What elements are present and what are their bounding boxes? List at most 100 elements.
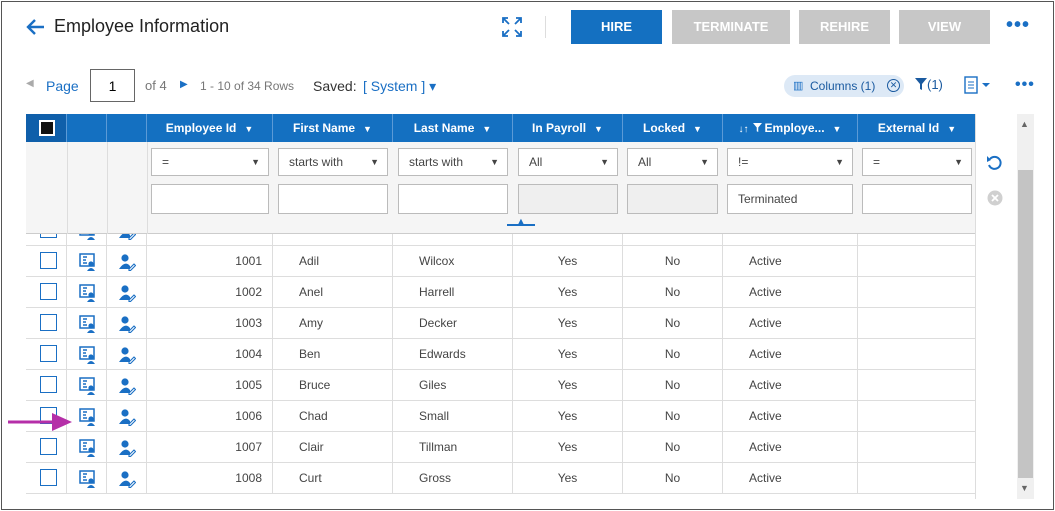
employee-id-card-icon[interactable]	[79, 234, 97, 240]
cell-locked: No	[623, 432, 723, 463]
grid-more-button[interactable]: •••	[1015, 76, 1035, 94]
cell-payroll: Yes	[513, 308, 623, 339]
terminate-button[interactable]: TERMINATE	[672, 10, 790, 44]
col-header-first-name[interactable]: First Name ▼	[273, 114, 393, 142]
employee-id-card-icon[interactable]	[79, 438, 97, 457]
employee-id-card-icon[interactable]	[79, 252, 97, 271]
more-actions-button[interactable]: •••	[1006, 14, 1030, 37]
row-range: 1 - 10 of 34 Rows	[200, 79, 295, 93]
cell-last: Giles	[393, 370, 513, 401]
table-row[interactable]: 1007 Clair Tillman Yes No Active	[26, 432, 977, 463]
col-header-external-id[interactable]: External Id ▼	[858, 114, 977, 142]
cell-last: Harrell	[393, 277, 513, 308]
scroll-up-icon[interactable]: ▲	[1020, 119, 1029, 129]
row-checkbox[interactable]	[40, 438, 57, 455]
filter-op-in-payroll[interactable]: All ▼	[518, 148, 618, 176]
row-checkbox[interactable]	[40, 345, 57, 362]
cell-first: Bruce	[273, 370, 393, 401]
cell-external	[858, 234, 977, 246]
cell-locked: No	[623, 234, 723, 246]
col-header-in-payroll[interactable]: In Payroll ▼	[513, 114, 623, 142]
table-row[interactable]: 1006 Chad Small Yes No Active	[26, 401, 977, 432]
row-checkbox[interactable]	[40, 469, 57, 486]
prev-page-icon[interactable]: ◀	[26, 78, 34, 89]
cell-payroll: Yes	[513, 246, 623, 277]
employee-grid: Employee Id ▼ First Name ▼ Last Name ▼ In P…	[26, 114, 977, 499]
edit-user-icon[interactable]	[118, 469, 137, 489]
cell-first: Ben	[273, 339, 393, 370]
cell-payroll: Yes	[513, 234, 623, 246]
edit-user-icon[interactable]	[118, 345, 137, 365]
cell-external	[858, 339, 977, 370]
table-row[interactable]: 1008 Curt Gross Yes No Active	[26, 463, 977, 494]
clear-columns-icon[interactable]: ✕	[887, 79, 900, 92]
next-page-icon[interactable]: ▶	[180, 79, 188, 90]
employee-id-card-icon[interactable]	[79, 376, 97, 395]
cell-id: 1006	[147, 401, 273, 432]
employee-id-card-icon[interactable]	[79, 469, 97, 488]
cell-external	[858, 463, 977, 494]
columns-chip[interactable]: ▥ Columns (1) ✕	[784, 75, 904, 97]
table-row[interactable]: 1002 Anel Harrell Yes No Active	[26, 277, 977, 308]
filter-value-external-id[interactable]	[862, 184, 972, 214]
edit-user-icon[interactable]	[118, 252, 137, 272]
employee-id-card-icon[interactable]	[79, 407, 97, 426]
filter-indicator[interactable]: (1)	[915, 77, 943, 92]
row-checkbox[interactable]	[40, 283, 57, 300]
table-row[interactable]: 1001 Adil Wilcox Yes No Active	[26, 246, 977, 277]
col-header-last-name[interactable]: Last Name ▼	[393, 114, 513, 142]
edit-user-icon[interactable]	[118, 407, 137, 427]
filter-count: (1)	[927, 77, 943, 92]
cell-external	[858, 308, 977, 339]
filter-op-external-id[interactable]: = ▼	[862, 148, 972, 176]
clear-filters-icon[interactable]	[987, 190, 1003, 206]
reset-filters-icon[interactable]	[986, 154, 1004, 172]
edit-user-icon[interactable]	[118, 376, 137, 396]
saved-view-dropdown[interactable]: [ System ] ▾	[363, 78, 436, 95]
edit-user-icon[interactable]	[118, 234, 137, 241]
scrollbar-thumb[interactable]	[1018, 170, 1033, 478]
row-checkbox[interactable]	[40, 234, 57, 238]
collapse-filter-icon[interactable]: ▲	[507, 217, 535, 226]
employee-id-card-icon[interactable]	[79, 345, 97, 364]
table-row[interactable]: 1004 Ben Edwards Yes No Active	[26, 339, 977, 370]
row-checkbox[interactable]	[40, 376, 57, 393]
expand-icon[interactable]	[501, 16, 523, 38]
edit-user-icon[interactable]	[118, 438, 137, 458]
filter-op-first-name[interactable]: starts with ▼	[278, 148, 388, 176]
select-all-checkbox[interactable]	[39, 120, 55, 136]
cell-last: Decker	[393, 308, 513, 339]
filter-value-last-name[interactable]	[398, 184, 508, 214]
columns-icon: ▥	[793, 80, 804, 92]
cell-last: Small	[393, 401, 513, 432]
filter-value-employee-id[interactable]	[151, 184, 269, 214]
edit-user-icon[interactable]	[118, 314, 137, 334]
view-button[interactable]: VIEW	[899, 10, 990, 44]
table-row[interactable]: 1003 Amy Decker Yes No Active	[26, 308, 977, 339]
export-dropdown[interactable]	[964, 76, 992, 97]
row-checkbox[interactable]	[40, 252, 57, 269]
filter-value-employee-status[interactable]: Terminated	[727, 184, 853, 214]
back-arrow-icon[interactable]	[26, 16, 46, 38]
page-number-input[interactable]	[90, 69, 135, 102]
filter-op-locked[interactable]: All ▼	[627, 148, 718, 176]
filter-op-employee-id[interactable]: = ▼	[151, 148, 269, 176]
cell-payroll: Yes	[513, 432, 623, 463]
rehire-button[interactable]: REHIRE	[799, 10, 890, 44]
cell-status: Active	[723, 234, 858, 246]
filter-value-locked	[627, 184, 718, 214]
filter-op-employee-status[interactable]: != ▼	[727, 148, 853, 176]
col-header-locked[interactable]: Locked ▼	[623, 114, 723, 142]
edit-user-icon[interactable]	[118, 283, 137, 303]
table-row[interactable]: 1005 Bruce Giles Yes No Active	[26, 370, 977, 401]
filter-op-last-name[interactable]: starts with ▼	[398, 148, 508, 176]
col-header-employee-status[interactable]: ↓↑ Employe... ▼	[723, 114, 858, 142]
scroll-down-icon[interactable]: ▼	[1020, 483, 1029, 493]
col-header-employee-id[interactable]: Employee Id ▼	[147, 114, 273, 142]
employee-id-card-icon[interactable]	[79, 283, 97, 302]
employee-id-card-icon[interactable]	[79, 314, 97, 333]
table-row[interactable]: 1000AlanEdwardsYesNoActive	[26, 234, 977, 246]
filter-value-first-name[interactable]	[278, 184, 388, 214]
row-checkbox[interactable]	[40, 314, 57, 331]
hire-button[interactable]: HIRE	[571, 10, 662, 44]
